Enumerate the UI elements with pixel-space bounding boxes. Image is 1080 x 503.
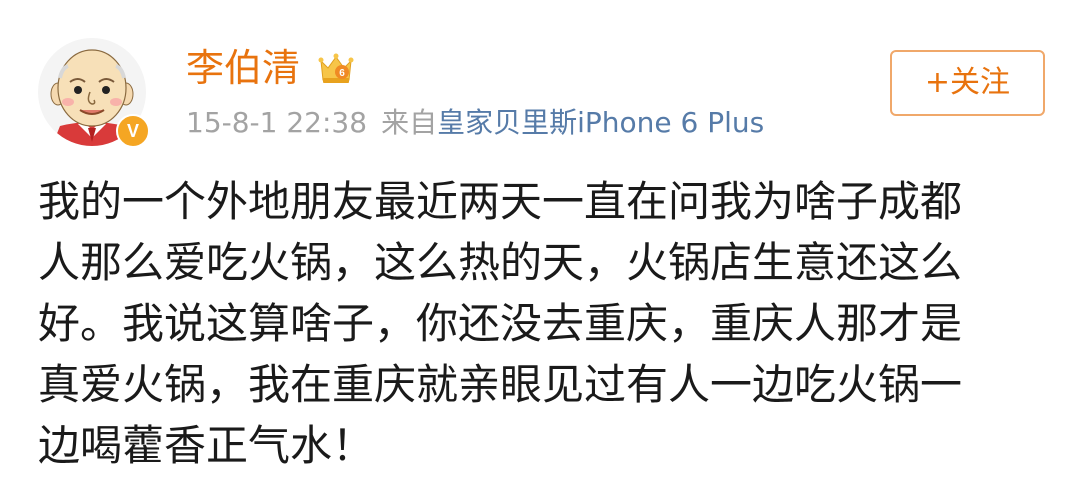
svg-text:V: V — [127, 121, 139, 141]
source-prefix: 来自 — [381, 106, 438, 139]
post-text-line: 好。我说这算啥子，你还没去重庆，重庆人那才是 — [38, 299, 963, 348]
svg-text:6: 6 — [339, 68, 345, 79]
post-text: 我的一个外地朋友最近两天一直在问我为啥子成都 人那么爱吃火锅，这么热的天，火锅店… — [38, 171, 1048, 476]
post-text-line: 真爱火锅，我在重庆就亲眼见过有人一边吃火锅一 — [38, 360, 963, 409]
crown-member-icon[interactable]: 6 — [318, 52, 354, 86]
user-name[interactable]: 李伯清 — [186, 40, 300, 96]
post-text-line: 我的一个外地朋友最近两天一直在问我为啥子成都 — [38, 177, 963, 226]
post-meta: 15-8-1 22:38 来自皇家贝里斯iPhone 6 Plus — [186, 103, 764, 143]
source-link[interactable]: 皇家贝里斯iPhone 6 Plus — [437, 106, 764, 139]
follow-button[interactable]: +关注 — [890, 50, 1045, 116]
verified-badge-icon: V — [116, 114, 150, 148]
post-text-line: 边喝藿香正气水！ — [38, 421, 375, 470]
avatar[interactable]: V — [38, 38, 150, 148]
post-time: 15-8-1 22:38 — [186, 106, 368, 139]
post-text-line: 人那么爱吃火锅，这么热的天，火锅店生意还这么 — [38, 238, 963, 287]
